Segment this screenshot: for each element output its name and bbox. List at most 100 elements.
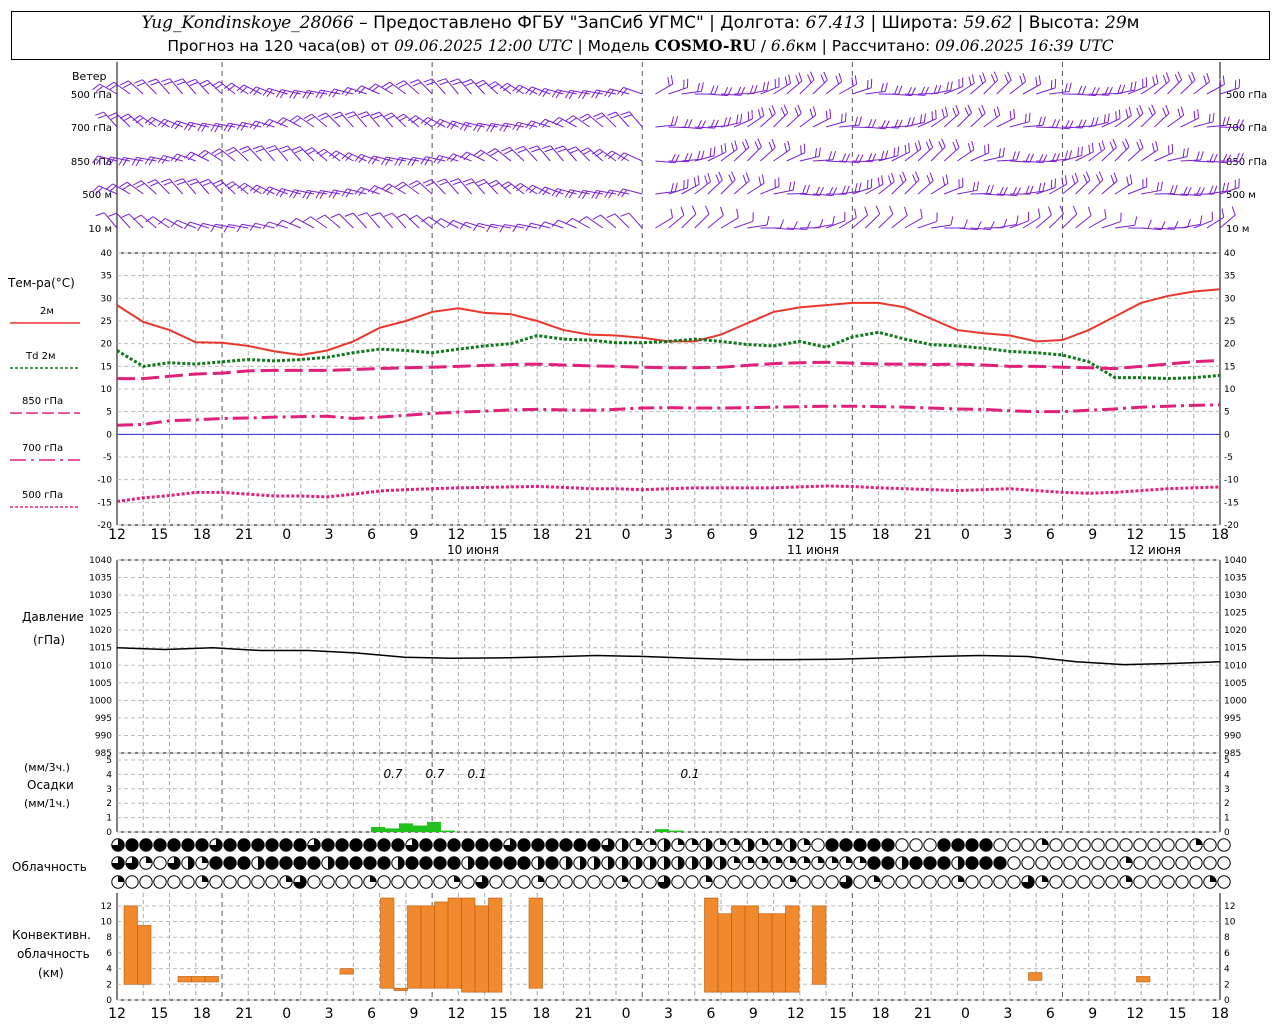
wind-barb-feather <box>923 113 927 123</box>
wind-barb-feather <box>1113 172 1118 182</box>
cloud-circle <box>153 856 167 870</box>
wind-barb-feather <box>841 153 847 163</box>
cloud-circle-sector <box>734 838 741 845</box>
pressure-line <box>116 646 1221 666</box>
conv-tick-right: 12 <box>1224 902 1235 912</box>
pressure-tick-left: 1025 <box>89 609 112 619</box>
pressure-tick-right: 1030 <box>1224 591 1247 601</box>
wind-barb-feather <box>620 111 630 116</box>
temp-tick-left: -5 <box>103 453 112 463</box>
temp-tick-left: 20 <box>101 340 113 350</box>
wind-barb-feather <box>474 79 484 85</box>
wind-barb-feather <box>751 109 753 119</box>
hour-label: 3 <box>664 527 673 543</box>
cloud-circle-sector <box>636 838 643 845</box>
wind-barb-feather <box>1200 151 1204 161</box>
wind-level-label-left: 500 м <box>82 190 112 201</box>
wind-barb <box>1193 220 1213 229</box>
wind-barb-feather <box>201 152 209 159</box>
hour-label: 15 <box>1169 527 1187 543</box>
cloud-circle <box>321 875 335 889</box>
cloud-circle-sector <box>678 856 685 870</box>
temp-tick-left: 30 <box>101 294 113 304</box>
cloud-circle <box>1175 856 1189 870</box>
wind-barb <box>681 213 697 229</box>
conv-bar <box>1136 976 1151 983</box>
cloud-circle <box>559 875 573 889</box>
wind-barb-feather <box>971 74 975 84</box>
pressure-tick-left: 1000 <box>89 696 112 706</box>
wind-barb-feather <box>1124 138 1130 148</box>
cloud-circle-sector <box>538 856 545 870</box>
wind-barb-feather <box>1068 82 1072 92</box>
conv-bar <box>717 913 732 993</box>
wind-barb-feather <box>907 117 911 127</box>
hour-label: 0 <box>622 527 631 543</box>
legend-label-0: 2м <box>40 306 54 317</box>
cloud-circle-sector <box>776 856 783 863</box>
wind-barb-feather <box>320 115 330 120</box>
pressure-unit: (гПа) <box>33 633 65 647</box>
wind-barb-feather <box>825 110 828 120</box>
wind-barb-feather <box>503 183 512 190</box>
wind-barb-feather <box>334 114 343 119</box>
wind-barb-feather <box>1081 146 1083 156</box>
wind-level-label-left: 500 гПа <box>71 90 112 101</box>
cloud-circle-filled <box>153 838 167 852</box>
wind-barb-feather <box>1028 112 1031 122</box>
wind-barb-feather <box>578 216 587 223</box>
cloud-circle-filled <box>265 838 279 852</box>
wind-barb <box>232 181 249 195</box>
wind-barb-feather <box>1009 110 1012 120</box>
wind-barb-feather <box>176 181 186 186</box>
cloud-circle-filled <box>979 838 993 852</box>
cloud-circle-sector <box>608 856 615 870</box>
cloud-circle <box>1049 875 1063 889</box>
wind-barb-feather <box>279 119 288 126</box>
pressure-tick-left: 990 <box>95 731 112 741</box>
wind-barb-feather <box>919 114 923 124</box>
wind-barb-feather <box>938 141 943 150</box>
wind-barb <box>825 121 846 128</box>
wind-barb-feather <box>371 156 378 165</box>
wind-barb-feather <box>1128 106 1132 116</box>
wind-barb-feather <box>1186 147 1189 157</box>
wind-barb-feather <box>788 74 791 84</box>
temp-tick-left: -10 <box>97 476 112 486</box>
hour-label-bottom: 9 <box>1088 1006 1097 1022</box>
cloud-circle <box>993 875 1007 889</box>
wind-barb-feather <box>1118 109 1121 119</box>
pressure-tick-right: 1040 <box>1224 556 1247 566</box>
wind-barb <box>668 214 685 229</box>
wind-barb-feather <box>433 118 441 127</box>
wind-barb-feather <box>477 82 487 88</box>
hour-label-bottom: 6 <box>706 1006 715 1022</box>
wind-barb-feather <box>408 214 418 221</box>
legend-label-1: Td 2м <box>25 351 56 362</box>
wind-barb-feather <box>1136 141 1141 151</box>
wind-barb-feather <box>135 157 142 167</box>
wind-barb-feather <box>276 117 284 124</box>
hour-label-bottom: 21 <box>575 1006 593 1022</box>
hour-label-bottom: 0 <box>282 1006 291 1022</box>
wind-barb <box>944 186 964 195</box>
pressure-tick-left: 1035 <box>89 574 112 584</box>
hour-label: 0 <box>961 527 970 543</box>
wind-barb <box>1009 81 1026 95</box>
wind-barb-feather <box>279 145 288 150</box>
hour-label: 18 <box>193 527 211 543</box>
cloud-circle-sector <box>692 856 699 870</box>
cloud-circle <box>1077 875 1091 889</box>
wind-barbs: 500 гПа 500 гПа 700 гПа 700 гПа 850 гПа 850 г… <box>71 71 1267 235</box>
cloud-circle <box>1147 838 1161 852</box>
wind-barb-feather <box>462 78 472 84</box>
wind-barb-feather <box>595 151 604 157</box>
wind-barb-feather <box>990 74 996 83</box>
cloud-circle-sector <box>1196 838 1203 845</box>
wind-barb-feather <box>1126 176 1130 186</box>
precip-tick-left: 5 <box>106 756 112 766</box>
wind-barb <box>1206 84 1225 95</box>
cloud-circle-sector <box>790 838 797 852</box>
cloud-circle <box>1007 856 1021 870</box>
wind-barb-feather <box>771 139 776 148</box>
